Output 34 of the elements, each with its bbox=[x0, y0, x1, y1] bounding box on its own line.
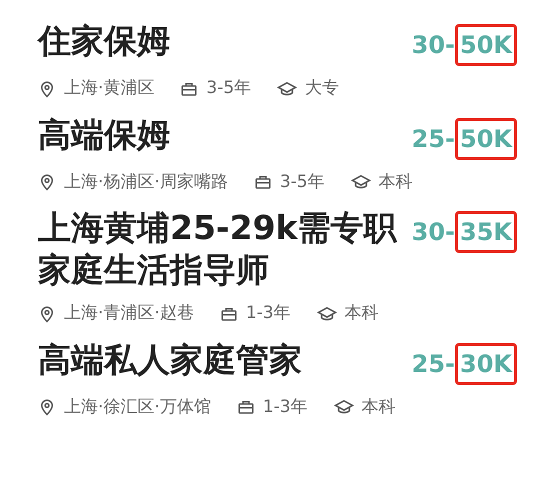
job-education: 本科 bbox=[344, 302, 379, 325]
salary-min: 25- bbox=[412, 348, 455, 380]
salary-min: 25- bbox=[412, 124, 455, 154]
job-title: 高端私人家庭管家 bbox=[38, 338, 303, 380]
job-education: 大专 bbox=[305, 77, 340, 100]
job-experience: 1-3年 bbox=[246, 302, 291, 325]
location-pin-icon bbox=[38, 304, 56, 323]
job-location: 上海·徐汇区·万体馆 bbox=[64, 396, 211, 418]
briefcase-icon bbox=[254, 173, 272, 192]
job-experience: 3-5年 bbox=[206, 77, 252, 100]
location-pin-icon bbox=[38, 80, 56, 98]
job-location: 上海·黄浦区 bbox=[64, 77, 154, 100]
briefcase-icon bbox=[236, 398, 255, 416]
job-location: 上海·青浦区·赵巷 bbox=[64, 302, 194, 325]
salary-max: 30K bbox=[455, 342, 517, 384]
graduation-cap-icon bbox=[277, 80, 298, 98]
graduation-cap-icon bbox=[334, 398, 354, 416]
salary-max: 50K bbox=[455, 24, 517, 66]
location-pin-icon bbox=[38, 173, 56, 192]
salary-max: 50K bbox=[455, 118, 517, 160]
graduation-cap-icon bbox=[350, 173, 371, 192]
location-pin-icon bbox=[38, 398, 56, 416]
job-title: 住家保姆 bbox=[38, 20, 171, 62]
job-education: 本科 bbox=[378, 170, 413, 194]
salary-max: 35K bbox=[455, 211, 517, 253]
job-experience: 1-3年 bbox=[262, 396, 308, 418]
job-education: 本科 bbox=[362, 396, 396, 418]
job-title: 上海黄埔25-29k需专职家庭生活指导师 bbox=[38, 207, 398, 291]
job-title: 高端保姆 bbox=[38, 114, 171, 156]
job-experience: 3-5年 bbox=[280, 170, 325, 194]
salary-min: 30- bbox=[412, 30, 455, 61]
salary-min: 30- bbox=[412, 217, 455, 248]
graduation-cap-icon bbox=[316, 304, 337, 323]
job-location: 上海·杨浦区·周家嘴路 bbox=[64, 170, 228, 194]
